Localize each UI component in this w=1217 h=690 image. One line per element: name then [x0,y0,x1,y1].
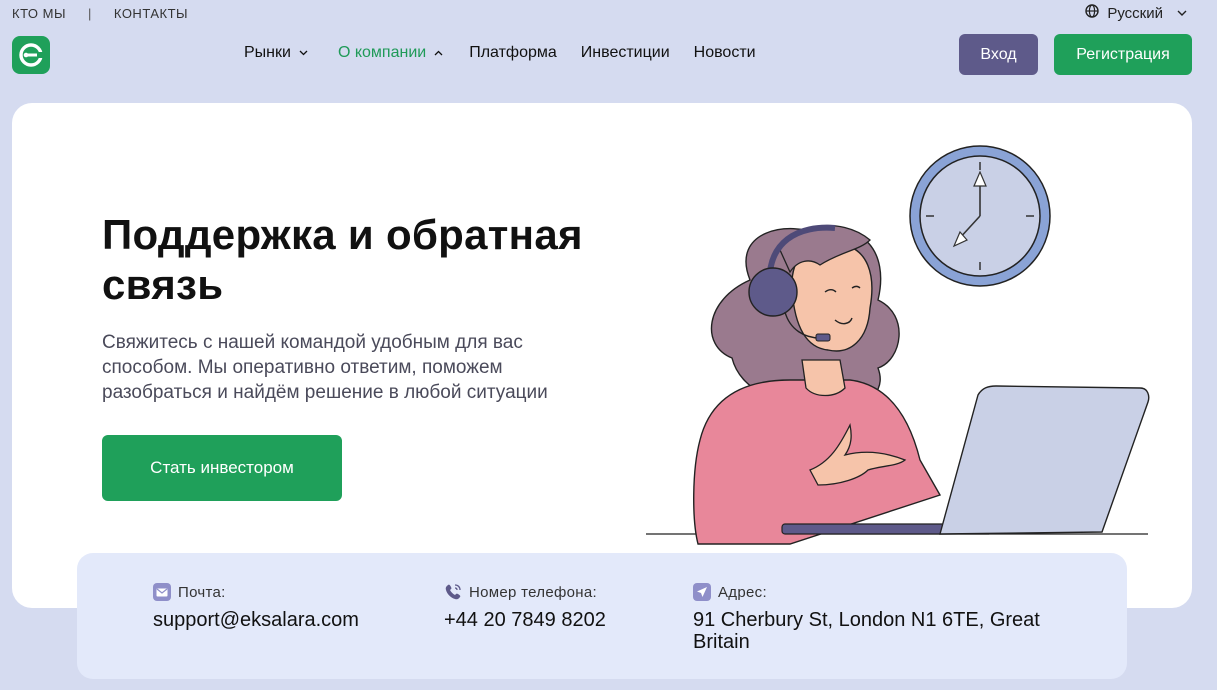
nav-item-company[interactable]: О компании [338,44,443,62]
clock-icon [909,145,1051,287]
chevron-down-icon [299,48,308,59]
phone-value[interactable]: +44 20 7849 8202 [444,609,606,631]
nav-item-news[interactable]: Новости [694,44,756,62]
nav-item-label: Рынки [244,44,291,61]
language-selector[interactable]: Русский [1085,4,1187,22]
nav-item-investments[interactable]: Инвестиции [581,44,670,62]
hero-description: Свяжитесь с нашей командой удобным для в… [102,332,548,403]
nav-item-platform[interactable]: Платформа [469,44,557,62]
about-link[interactable]: КТО МЫ [12,6,66,21]
login-button[interactable]: Вход [959,34,1038,75]
logo[interactable] [12,36,50,74]
phone-icon [444,583,462,601]
become-investor-button[interactable]: Стать инвестором [102,435,342,501]
nav-item-label: Платформа [469,44,557,61]
nav-item-markets[interactable]: Рынки [244,44,308,62]
contact-address: Адрес: 91 Cherbury St, London N1 6TE, Gr… [693,583,1073,653]
nav-item-label: Инвестиции [580,44,670,61]
contact-email: Почта: support@eksalara.com [153,583,359,631]
contacts-panel: Почта: support@eksalara.com Номер телефо… [77,553,1127,679]
nav-item-label: О компании [337,44,427,61]
contacts-link[interactable]: КОНТАКТЫ [114,6,188,21]
phone-label: Номер телефона: [469,583,597,601]
main-nav: Рынки О компании Платформа Инвестиции Но… [244,44,756,62]
location-icon [693,583,711,601]
nav-item-label: Новости [693,44,756,61]
page-title: Поддержка и обратная связь [102,211,583,308]
language-label: Русский [1107,4,1163,22]
email-value[interactable]: support@eksalara.com [153,609,359,631]
globe-icon [1085,4,1100,22]
chevron-down-icon [1177,8,1187,19]
contact-phone: Номер телефона: +44 20 7849 8202 [444,583,606,632]
email-label: Почта: [178,583,226,601]
chevron-up-icon [434,48,443,59]
support-illustration [640,140,1160,550]
logo-icon [19,43,44,67]
top-links: КТО МЫ | КОНТАКТЫ [12,6,188,21]
address-label: Адрес: [718,583,767,601]
mail-icon [153,583,171,601]
top-links-separator: | [88,6,92,21]
register-button[interactable]: Регистрация [1054,34,1192,75]
address-value: 91 Cherbury St, London N1 6TE, Great Bri… [693,609,1040,653]
